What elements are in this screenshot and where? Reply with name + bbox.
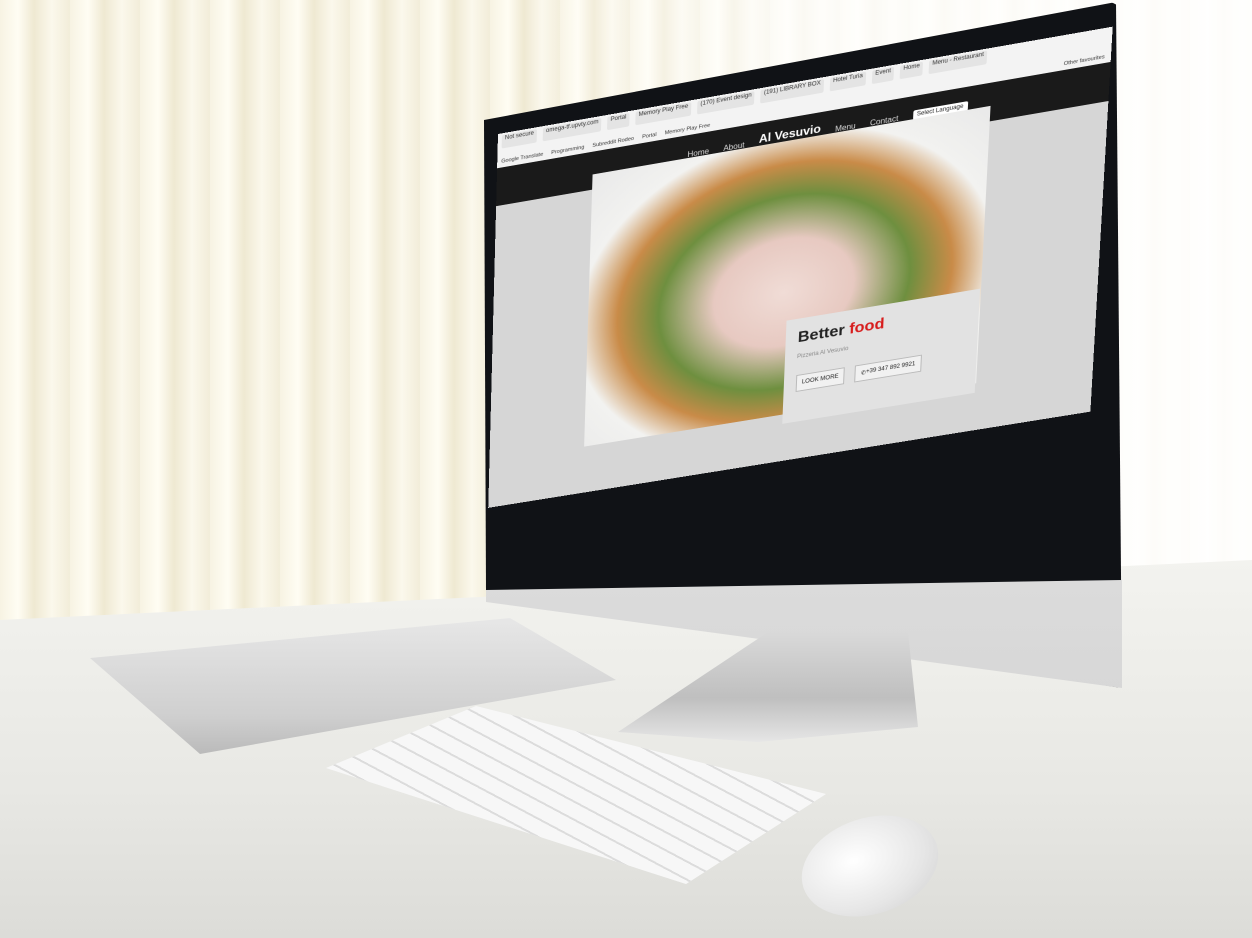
headline-part1: Better (797, 322, 846, 347)
look-more-button[interactable]: LOOK MORE (795, 367, 845, 393)
tab[interactable]: Home (899, 61, 924, 80)
tab[interactable]: Event (871, 66, 895, 85)
tab[interactable]: Portal (607, 112, 630, 131)
hero-headline: Better food (797, 315, 885, 347)
hero-subtitle: Pizzeria Al Vesuvio (796, 346, 849, 361)
bookmark[interactable]: Portal (642, 132, 657, 140)
phone-button[interactable]: ✆ +39 347 892 9921 (854, 354, 922, 383)
headline-part2: food (848, 315, 885, 338)
phone-number: +39 347 892 9921 (865, 361, 916, 376)
tab[interactable]: Not secure (501, 129, 538, 149)
tab[interactable]: Hotel Turia (829, 71, 867, 92)
